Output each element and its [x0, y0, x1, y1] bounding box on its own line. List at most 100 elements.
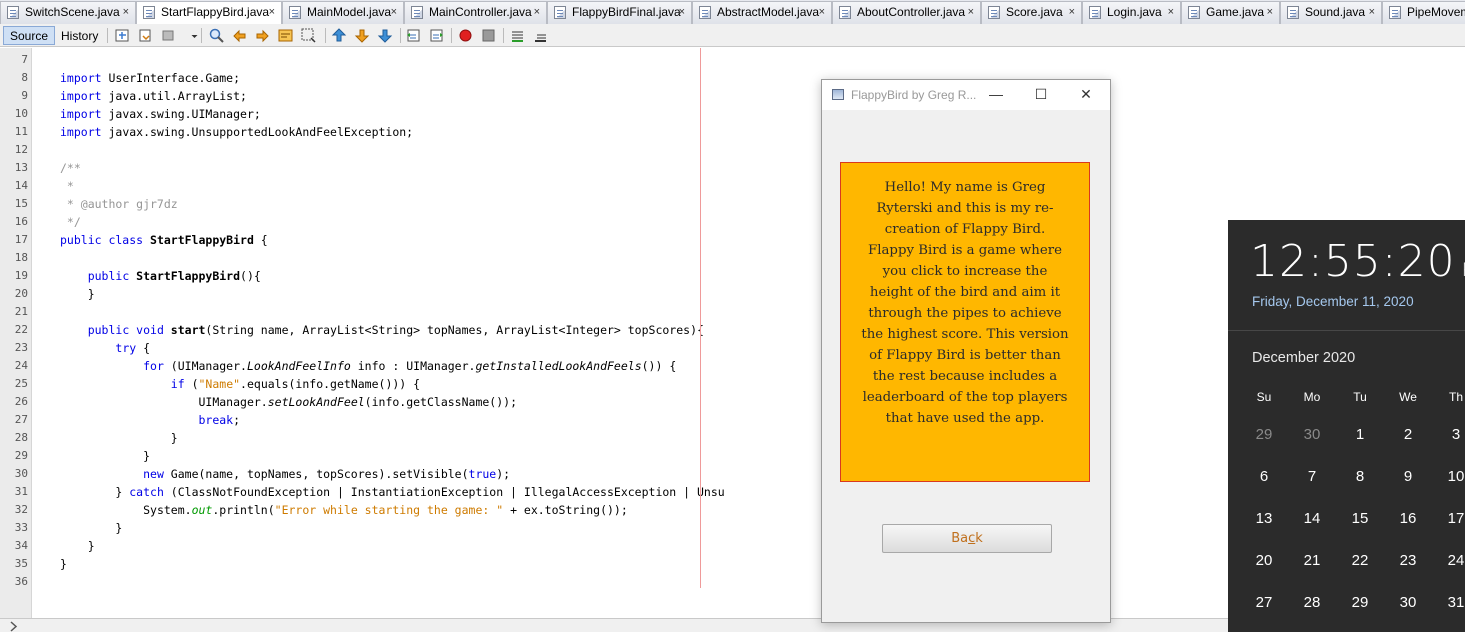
calendar-day[interactable]: 16 — [1384, 510, 1432, 527]
calendar-day[interactable]: 31 — [1432, 594, 1465, 611]
line-number: 12 — [14, 143, 28, 156]
calendar-day[interactable]: 28 — [1288, 594, 1336, 611]
maximize-button[interactable]: ☐ — [1019, 80, 1063, 110]
calendar-day[interactable]: 29 — [1240, 426, 1288, 443]
calendar-day[interactable]: 10 — [1432, 468, 1465, 485]
right-margin-guide — [700, 48, 701, 588]
code-token: Game(name, topNames, topScores).setVisib… — [163, 467, 469, 481]
toggle-highlight-icon[interactable] — [277, 27, 294, 44]
calendar-day[interactable]: 23 — [1384, 552, 1432, 569]
calendar-day[interactable]: 24 — [1432, 552, 1465, 569]
chevron-right-icon[interactable] — [8, 621, 20, 632]
calendar-month-header[interactable]: December 2020 — [1252, 350, 1355, 366]
code-token: catch — [129, 485, 164, 499]
tab-close-icon[interactable]: × — [269, 2, 275, 23]
history-view-tab[interactable]: History — [54, 26, 105, 45]
app-window-icon — [832, 89, 844, 100]
tab-startflappybird[interactable]: StartFlappyBird.java × — [136, 1, 282, 25]
calendar-day[interactable]: 20 — [1240, 552, 1288, 569]
code-line: import java.util.ArrayList; — [60, 87, 1465, 105]
tab-aboutcontroller[interactable]: AboutController.java × — [832, 1, 981, 24]
calendar-day[interactable]: 22 — [1336, 552, 1384, 569]
find-icon[interactable] — [208, 27, 225, 44]
code-token: info : UIManager. — [350, 359, 476, 373]
line-number: 25 — [14, 377, 28, 390]
calendar-day[interactable]: 6 — [1240, 468, 1288, 485]
code-token: import — [60, 89, 102, 103]
tab-close-icon[interactable]: × — [391, 2, 397, 23]
back-button[interactable]: Back — [882, 524, 1052, 553]
stop-macro-icon[interactable] — [480, 27, 497, 44]
tab-close-icon[interactable]: × — [679, 2, 685, 23]
calendar-day[interactable]: 7 — [1288, 468, 1336, 485]
tab-switchscene[interactable]: SwitchScene.java × — [0, 1, 136, 24]
tab-abstractmodel[interactable]: AbstractModel.java × — [692, 1, 832, 24]
calendar-day[interactable]: 30 — [1384, 594, 1432, 611]
tab-pipemovement[interactable]: PipeMoveme — [1382, 1, 1465, 24]
code-token: { — [253, 233, 268, 247]
previous-bookmark-icon[interactable] — [331, 27, 348, 44]
source-view-tab[interactable]: Source — [3, 26, 56, 45]
tab-close-icon[interactable]: × — [123, 2, 129, 23]
tab-score[interactable]: Score.java × — [981, 1, 1082, 24]
calendar-day[interactable]: 30 — [1288, 426, 1336, 443]
tab-flappybirdfinal[interactable]: FlappyBirdFinal.java × — [547, 1, 692, 24]
tab-close-icon[interactable]: × — [1168, 2, 1174, 23]
code-line: * @author gjr7dz — [60, 197, 178, 211]
dropdown-icon[interactable] — [160, 27, 177, 44]
calendar-day[interactable]: 9 — [1384, 468, 1432, 485]
toggle-rectangular-selection-icon[interactable] — [300, 27, 317, 44]
java-file-icon — [839, 6, 851, 19]
line-number: 27 — [14, 413, 28, 426]
tab-mainmodel[interactable]: MainModel.java × — [282, 1, 404, 24]
code-token: import — [60, 125, 102, 139]
back-icon[interactable] — [137, 27, 154, 44]
next-bookmark-icon[interactable] — [354, 27, 371, 44]
calendar-day[interactable]: 29 — [1336, 594, 1384, 611]
shift-line-left-icon[interactable] — [405, 27, 422, 44]
comment-icon[interactable] — [509, 27, 526, 44]
tab-sound[interactable]: Sound.java × — [1280, 1, 1382, 24]
calendar-day[interactable]: 17 — [1432, 510, 1465, 527]
calendar-day[interactable]: 2 — [1384, 426, 1432, 443]
clock-date-link[interactable]: Friday, December 11, 2020 — [1252, 294, 1414, 309]
close-button[interactable]: ✕ — [1064, 80, 1108, 110]
tab-close-icon[interactable]: × — [1369, 2, 1375, 23]
tab-game[interactable]: Game.java × — [1181, 1, 1280, 24]
calendar-day[interactable]: 13 — [1240, 510, 1288, 527]
calendar-day[interactable]: 3 — [1432, 426, 1465, 443]
calendar-day[interactable]: 8 — [1336, 468, 1384, 485]
clock-time-value: 12:55:20 — [1250, 236, 1456, 287]
tab-close-icon[interactable]: × — [1069, 2, 1075, 23]
tab-close-icon[interactable]: × — [1267, 2, 1273, 23]
tab-close-icon[interactable]: × — [819, 2, 825, 23]
find-next-icon[interactable] — [254, 27, 271, 44]
tab-label: AboutController.java — [857, 5, 966, 19]
find-previous-icon[interactable] — [231, 27, 248, 44]
calendar-day[interactable]: 1 — [1336, 426, 1384, 443]
start-macro-icon[interactable] — [457, 27, 474, 44]
window-title-bar[interactable]: FlappyBird by Greg R... — ☐ ✕ — [822, 80, 1110, 110]
calendar-day[interactable]: 15 — [1336, 510, 1384, 527]
chevron-down-icon[interactable] — [186, 27, 198, 44]
code-line: import UserInterface.Game; — [60, 69, 1465, 87]
minimize-button[interactable]: — — [974, 80, 1018, 110]
toggle-bookmark-icon[interactable] — [377, 27, 394, 44]
code-token: new — [143, 467, 164, 481]
tab-close-icon[interactable]: × — [534, 2, 540, 23]
weekday-label: We — [1399, 390, 1417, 404]
calendar-day[interactable]: 14 — [1288, 510, 1336, 527]
shift-line-right-icon[interactable] — [428, 27, 445, 44]
tab-close-icon[interactable]: × — [968, 2, 974, 23]
calendar-day[interactable]: 27 — [1240, 594, 1288, 611]
last-edit-icon[interactable] — [114, 27, 131, 44]
screen: SwitchScene.java × StartFlappyBird.java … — [0, 0, 1465, 632]
code-token: "Error while starting the game: " — [274, 503, 504, 517]
tab-login[interactable]: Login.java × — [1082, 1, 1181, 24]
weekday-label: Mo — [1303, 390, 1321, 404]
tab-maincontroller[interactable]: MainController.java × — [404, 1, 547, 24]
uncomment-icon[interactable] — [532, 27, 549, 44]
calendar-day[interactable]: 21 — [1288, 552, 1336, 569]
line-number: 10 — [14, 107, 28, 120]
